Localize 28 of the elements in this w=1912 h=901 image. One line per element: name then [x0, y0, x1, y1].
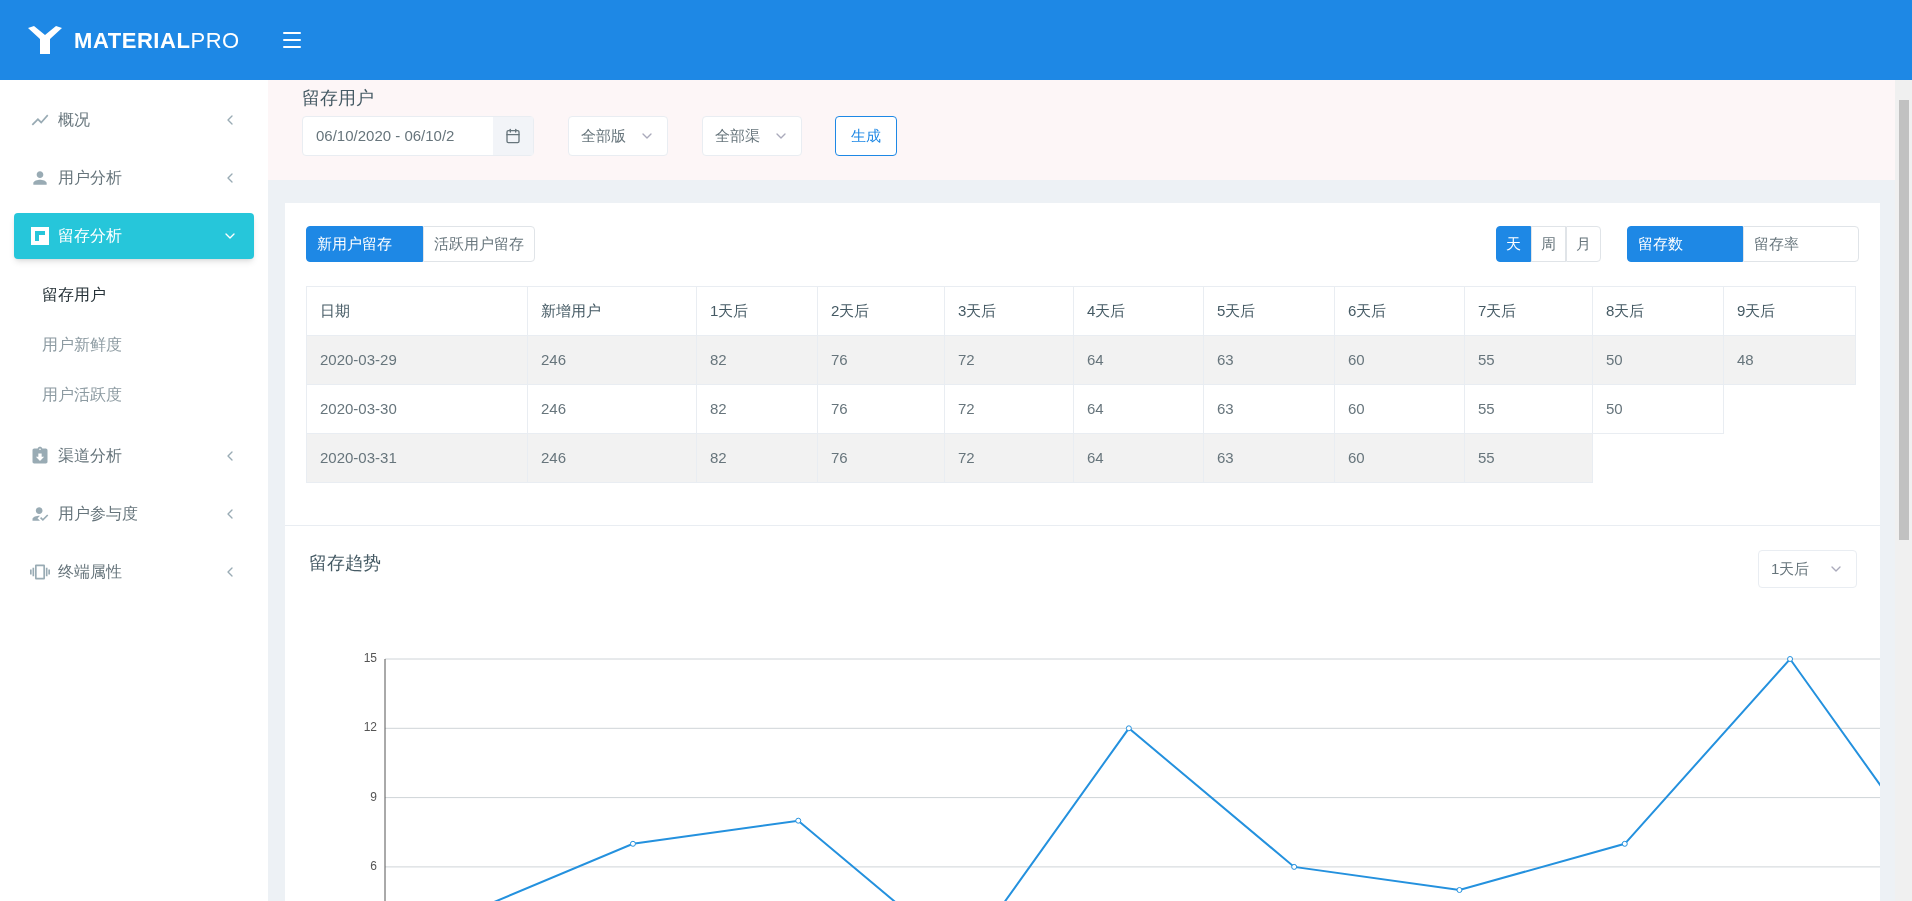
table-cell: 64 — [1073, 335, 1204, 385]
axis-tick-label: 12 — [363, 720, 377, 735]
table-cell: 50 — [1592, 384, 1724, 434]
axis-tick-label: 15 — [363, 651, 377, 666]
table-cell: 76 — [817, 335, 945, 385]
brand-name: MATERIALPRO — [74, 26, 240, 55]
table-cell: 60 — [1334, 335, 1465, 385]
table-cell: 246 — [527, 335, 697, 385]
table-cell: 60 — [1334, 433, 1465, 483]
table-cell: 50 — [1592, 335, 1724, 385]
table-cell: 82 — [696, 433, 818, 483]
table-cell: 63 — [1203, 335, 1335, 385]
table-cell: 76 — [817, 433, 945, 483]
section-title: 留存趋势 — [309, 552, 382, 575]
table-cell: 2020-03-31 — [306, 433, 528, 483]
table-cell: 72 — [944, 433, 1074, 483]
axis-tick-label: 6 — [370, 859, 377, 874]
table-cell: 72 — [944, 335, 1074, 385]
table-cell: 55 — [1464, 335, 1593, 385]
table-cell: 82 — [696, 335, 818, 385]
table-cell: 2020-03-29 — [306, 335, 528, 385]
table-cell: 64 — [1073, 433, 1204, 483]
table-cell: 48 — [1723, 335, 1856, 385]
page-title: 留存用户 — [302, 87, 375, 110]
axis-tick-label: 9 — [370, 789, 377, 804]
table-cell: 63 — [1203, 433, 1335, 483]
table-cell: 55 — [1464, 433, 1593, 483]
table-cell: 246 — [527, 433, 697, 483]
